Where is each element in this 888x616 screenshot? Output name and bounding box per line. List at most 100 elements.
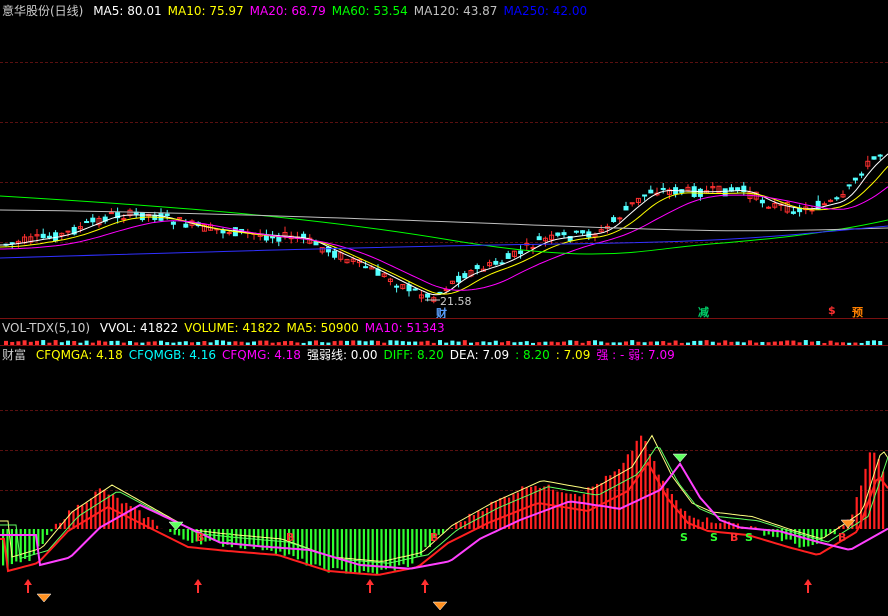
signal-mark: B	[196, 531, 204, 544]
indicator-pane[interactable]: 财富 CFQMGA: 4.18 CFQMGB: 4.16 CFQMG: 4.18 强弱…	[0, 346, 888, 616]
signal-mark: S	[710, 531, 718, 544]
osc-bar	[182, 529, 185, 540]
osc-bar	[424, 529, 427, 548]
osc-bar	[472, 515, 475, 529]
candle-body	[325, 246, 331, 253]
osc-bar	[41, 529, 44, 544]
osc-bar	[877, 459, 880, 529]
candle-body	[871, 156, 877, 160]
osc-bar	[565, 493, 568, 529]
osc-bar	[314, 529, 317, 565]
diamond-icon	[432, 601, 448, 611]
osc-bar	[873, 452, 876, 529]
buy-arrow-icon	[194, 579, 202, 593]
osc-bar	[635, 440, 638, 529]
osc-bar	[679, 508, 682, 529]
signal-mark: B	[286, 531, 294, 544]
osc-bar	[393, 529, 396, 571]
candle-body	[170, 221, 176, 225]
volume-bars[interactable]	[0, 319, 888, 345]
ma60-line	[0, 195, 888, 255]
candle-body	[493, 260, 499, 265]
osc-bar	[345, 529, 348, 574]
candle-body	[846, 184, 852, 187]
osc-bar	[134, 507, 137, 529]
osc-bar	[675, 500, 678, 529]
cfqmgb-line	[0, 461, 888, 576]
marker-dollar[interactable]: $	[828, 304, 836, 317]
candle-body	[573, 230, 579, 233]
osc-bar	[380, 529, 383, 570]
osc-bar	[494, 501, 497, 529]
candle-body	[183, 223, 189, 228]
candle-body	[580, 230, 586, 234]
osc-bar	[81, 505, 84, 529]
diamond-icon	[168, 521, 184, 531]
osc-bar	[569, 493, 572, 529]
osc-bar	[486, 507, 489, 529]
candle-body	[462, 273, 468, 279]
osc-bar	[670, 494, 673, 529]
osc-bar	[552, 489, 555, 529]
osc-bar	[310, 529, 313, 566]
osc-bar	[613, 471, 616, 529]
candle-body	[121, 218, 127, 221]
osc-bar	[336, 529, 339, 569]
osc-bar	[807, 529, 810, 547]
osc-bar	[248, 529, 251, 545]
candle-body	[623, 205, 629, 211]
osc-bar	[543, 486, 546, 529]
osc-bar	[178, 529, 181, 536]
osc-bar	[327, 529, 330, 573]
candle-body	[505, 253, 511, 259]
candle-body	[859, 173, 865, 176]
candle-body	[65, 230, 71, 233]
candle-body	[276, 236, 282, 242]
buy-arrow-icon	[804, 579, 812, 593]
osc-bar	[116, 497, 119, 529]
osc-bar	[244, 529, 247, 550]
diamond-icon	[672, 453, 688, 463]
osc-bar	[582, 494, 585, 529]
candle-body	[108, 212, 114, 215]
osc-bar	[477, 510, 480, 529]
osc-bar	[358, 529, 361, 575]
ma10-line	[0, 165, 888, 295]
buy-arrow-icon	[366, 579, 374, 593]
osc-bar	[521, 486, 524, 529]
candle-body	[518, 250, 524, 254]
candle-body	[852, 177, 858, 181]
price-pane[interactable]: 意华股份(日线) MA5: 80.01 MA10: 75.97 MA20: 68.7…	[0, 0, 888, 320]
osc-bar	[538, 487, 541, 529]
osc-bar	[349, 529, 352, 574]
osc-bar	[398, 529, 401, 566]
candle-body	[474, 265, 480, 270]
osc-bar	[631, 450, 634, 529]
candlestick-chart[interactable]	[0, 0, 888, 318]
candle-body	[834, 197, 840, 200]
candle-body	[139, 212, 145, 221]
candle-body	[790, 211, 796, 214]
candle-body	[642, 194, 648, 197]
osc-bar	[706, 517, 709, 529]
indicator-chart[interactable]: BSBBSSBSB	[0, 346, 888, 616]
osc-bar	[415, 529, 418, 557]
osc-bar	[609, 475, 612, 529]
cfqmg-line	[0, 462, 888, 570]
osc-bar	[323, 529, 326, 570]
osc-bar	[829, 529, 832, 533]
osc-bar	[560, 492, 563, 529]
osc-bar	[640, 435, 643, 529]
candle-body	[617, 217, 623, 220]
candle-body	[561, 232, 567, 236]
volume-pane[interactable]: VOL-TDX(5,10) VVOL: 41822 VOLUME: 41822 MA…	[0, 319, 888, 345]
candle-body	[301, 233, 307, 238]
candle-body	[412, 288, 418, 291]
osc-bar	[138, 510, 141, 529]
osc-bar	[710, 522, 713, 529]
signal-mark: S	[226, 531, 234, 544]
osc-bar	[354, 529, 357, 573]
signal-mark: B	[430, 531, 438, 544]
candle-body	[735, 187, 741, 191]
osc-bar	[644, 440, 647, 529]
